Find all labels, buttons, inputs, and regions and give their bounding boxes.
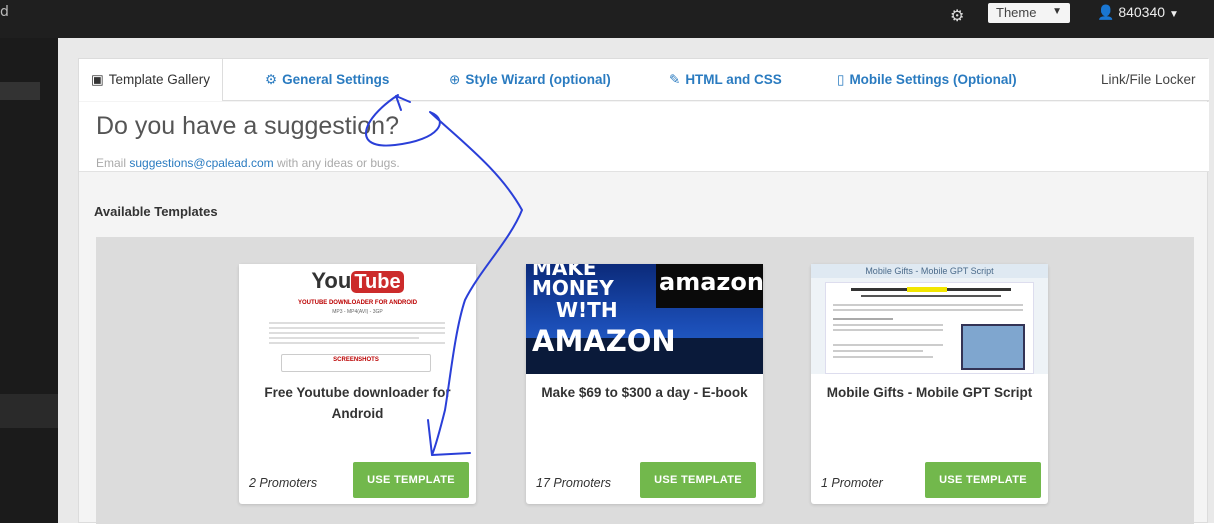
template-title: Free Youtube downloader for Android <box>264 385 451 421</box>
thumb-heading: Mobile Gifts - Mobile GPT Script <box>811 264 1048 278</box>
tab-label: Link/File Locker <box>1101 72 1196 87</box>
thumb-formats: MP3 - MP4(AVI) - 3GP <box>332 309 383 315</box>
template-panel: ▣ Template Gallery ⚙ General Settings ⊕ Sty… <box>78 58 1209 524</box>
settings-gear-icon[interactable]: ⚙ <box>950 6 964 26</box>
tab-label: Style Wizard (optional) <box>465 72 611 87</box>
tab-style-wizard[interactable]: ⊕ Style Wizard (optional) <box>449 59 611 101</box>
tab-label: Template Gallery <box>108 72 211 87</box>
left-sidebar <box>0 38 58 523</box>
suggestion-prefix: Email <box>96 156 130 170</box>
promoter-count: 1 Promoter <box>821 476 883 490</box>
use-template-button[interactable]: USE TEMPLATE <box>925 462 1041 498</box>
image-icon: ▣ <box>91 72 104 87</box>
mobile-icon: ▯ <box>837 72 845 87</box>
tab-bar: ▣ Template Gallery ⚙ General Settings ⊕ Sty… <box>79 59 1209 101</box>
tab-html-css[interactable]: ✎ HTML and CSS <box>669 59 782 101</box>
tab-link-file-locker[interactable]: Link/File Locker <box>1101 59 1196 101</box>
template-thumbnail: You Tube YOUTUBE DOWNLOADER FOR ANDROID M… <box>239 264 476 374</box>
youtube-logo: You Tube <box>239 264 476 294</box>
top-navbar: d ⚙ Theme ▼ 👤 840340 ▼ <box>0 0 1214 38</box>
suggestion-text: Email suggestions@cpalead.com with any i… <box>96 156 400 170</box>
tab-general-settings[interactable]: ⚙ General Settings <box>265 59 389 101</box>
gears-icon: ⚙ <box>265 72 278 87</box>
user-menu[interactable]: 👤 840340 ▼ <box>1097 4 1179 21</box>
theme-label: Theme <box>996 5 1037 20</box>
corner-glyph: d <box>0 4 9 20</box>
tab-label: HTML and CSS <box>685 72 782 87</box>
user-id: 840340 <box>1118 4 1166 20</box>
use-template-button[interactable]: USE TEMPLATE <box>640 462 756 498</box>
suggestion-title: Do you have a suggestion? <box>96 112 399 140</box>
suggestion-email-link[interactable]: suggestions@cpalead.com <box>129 156 273 170</box>
tab-label: General Settings <box>282 72 390 87</box>
thumb-line: W!TH <box>556 298 618 322</box>
suggestion-box: Do you have a suggestion? Email suggesti… <box>79 102 1209 172</box>
template-card[interactable]: amazon MAKE MONEY W!TH AMAZON Make $69 t… <box>526 264 763 504</box>
suggestion-suffix: with any ideas or bugs. <box>273 156 400 170</box>
user-icon: 👤 <box>1097 4 1115 20</box>
template-card[interactable]: You Tube YOUTUBE DOWNLOADER FOR ANDROID M… <box>239 264 476 504</box>
chevron-down-icon: ▼ <box>1168 9 1179 20</box>
use-template-button[interactable]: USE TEMPLATE <box>353 462 469 498</box>
thumb-heading: YOUTUBE DOWNLOADER FOR ANDROID <box>297 300 418 306</box>
chevron-down-icon: ▼ <box>1052 6 1062 17</box>
amazon-logo: amazon <box>659 268 763 296</box>
tab-template-gallery[interactable]: ▣ Template Gallery <box>79 59 224 101</box>
template-title: Mobile Gifts - Mobile GPT Script <box>826 385 1033 400</box>
thumb-line: AMAZON <box>532 324 676 358</box>
template-thumbnail: amazon MAKE MONEY W!TH AMAZON <box>526 264 763 374</box>
template-card[interactable]: Mobile Gifts - Mobile GPT Script Mobile <box>811 264 1048 504</box>
plus-circle-icon: ⊕ <box>449 72 461 87</box>
thumb-screenshots: SCREENSHOTS <box>281 354 431 372</box>
tab-mobile-settings[interactable]: ▯ Mobile Settings (Optional) <box>837 59 1017 101</box>
promoter-count: 2 Promoters <box>249 476 318 490</box>
promoter-count: 17 Promoters <box>536 476 612 490</box>
tab-label: Mobile Settings (Optional) <box>849 72 1017 87</box>
theme-dropdown[interactable]: Theme ▼ <box>988 3 1070 23</box>
available-templates-heading: Available Templates <box>94 204 218 219</box>
template-gallery: You Tube YOUTUBE DOWNLOADER FOR ANDROID M… <box>96 237 1194 524</box>
sidebar-item[interactable] <box>0 394 58 428</box>
template-thumbnail: Mobile Gifts - Mobile GPT Script <box>811 264 1048 374</box>
template-title: Make $69 to $300 a day - E-book <box>541 385 748 400</box>
pencil-icon: ✎ <box>669 72 681 87</box>
thumb-line: MONEY <box>532 276 614 300</box>
sidebar-item[interactable] <box>0 82 40 100</box>
main-content: ▣ Template Gallery ⚙ General Settings ⊕ Sty… <box>58 38 1214 524</box>
